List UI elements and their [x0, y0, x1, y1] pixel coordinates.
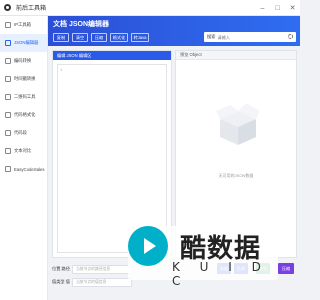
- collapse-button[interactable]: 折叠: [278, 33, 292, 42]
- sidebar-item-json-editor[interactable]: JSON编辑器: [0, 34, 47, 52]
- braces-icon: [5, 40, 11, 46]
- sidebar-item-label: 代码格式化: [14, 112, 36, 117]
- sidebar-item-easycodesales[interactable]: EasyCodeSales: [0, 160, 47, 178]
- window-titlebar: 前后工具箱 – □ ✕: [0, 0, 300, 16]
- json-editor-textarea[interactable]: 1: [57, 64, 167, 253]
- close-button[interactable]: ✕: [285, 0, 300, 16]
- empty-box-icon: [216, 103, 260, 145]
- editor-panel-title: 编辑 JSON 编辑区: [53, 51, 171, 60]
- play-icon: [128, 226, 168, 266]
- path-label: 位置 路径: [52, 266, 70, 271]
- sidebar-item-qrcode[interactable]: 二维码工具: [0, 88, 47, 106]
- watermark-logo: 酷数据 K U I D C: [128, 226, 278, 288]
- sidebar-item-snippets[interactable]: 代码段: [0, 124, 47, 142]
- sidebar-item-encoding[interactable]: 编码转换: [0, 52, 47, 70]
- sidebar-item-label: 时间戳转换: [14, 76, 36, 81]
- qrcode-icon: [5, 94, 11, 100]
- value-field[interactable]: 当前节点的值信息: [72, 277, 132, 287]
- snippet-icon: [5, 130, 11, 136]
- page-title: 文档 JSON编辑器: [53, 21, 110, 28]
- sidebar-item-ip-tools[interactable]: IP工具箱: [0, 16, 47, 34]
- globe-icon: [5, 22, 11, 28]
- sidebar-item-label: 代码段: [14, 130, 27, 135]
- sidebar-item-text-diff[interactable]: 文本对比: [0, 142, 47, 160]
- minimize-button[interactable]: –: [255, 0, 270, 16]
- path-field[interactable]: 当前节点的路径信息: [72, 264, 132, 274]
- watermark-subtitle: K U I D C: [172, 260, 269, 288]
- sidebar-item-label: IP工具箱: [14, 22, 31, 27]
- sidebar-item-label: JSON编辑器: [14, 40, 39, 45]
- compress-button[interactable]: 压缩: [91, 33, 107, 42]
- sidebar-item-label: 二维码工具: [14, 94, 36, 99]
- to-java-button[interactable]: 转Java: [131, 33, 149, 42]
- compress-value-button[interactable]: 压缩: [278, 263, 294, 274]
- page-header: 文档 JSON编辑器 复制 清空 压缩 格式化 转Java 搜索 展开 折叠: [48, 16, 300, 46]
- sidebar-item-label: 编码转换: [14, 58, 32, 63]
- sidebar-item-code-format[interactable]: 代码格式化: [0, 106, 47, 124]
- format-button[interactable]: 格式化: [110, 33, 128, 42]
- search-label: 搜索: [207, 34, 216, 39]
- sidebar-item-timestamp[interactable]: 时间戳转换: [0, 70, 47, 88]
- clear-button[interactable]: 清空: [72, 33, 88, 42]
- cart-icon: [5, 166, 11, 172]
- app-logo-icon: [4, 4, 11, 11]
- format-icon: [5, 112, 11, 118]
- window-title: 前后工具箱: [16, 6, 47, 12]
- value-label: 值类型 值: [52, 279, 70, 284]
- line-number: 1: [60, 67, 63, 72]
- window-controls: – □ ✕: [255, 0, 300, 16]
- clock-icon: [5, 76, 11, 82]
- sidebar-item-label: EasyCodeSales: [14, 166, 45, 172]
- diff-icon: [5, 148, 11, 154]
- preview-panel-title: 预览 Object: [176, 51, 296, 60]
- sidebar-item-label: 文本对比: [14, 148, 32, 153]
- code-icon: [5, 58, 11, 64]
- empty-state-text: 无可用的JSON数据: [218, 173, 254, 178]
- sidebar: IP工具箱 JSON编辑器 编码转换 时间戳转换 二维码工具 代码格式化 代码段…: [0, 16, 48, 300]
- copy-button[interactable]: 复制: [53, 33, 69, 42]
- expand-button[interactable]: 展开: [260, 33, 274, 42]
- maximize-button[interactable]: □: [270, 0, 285, 16]
